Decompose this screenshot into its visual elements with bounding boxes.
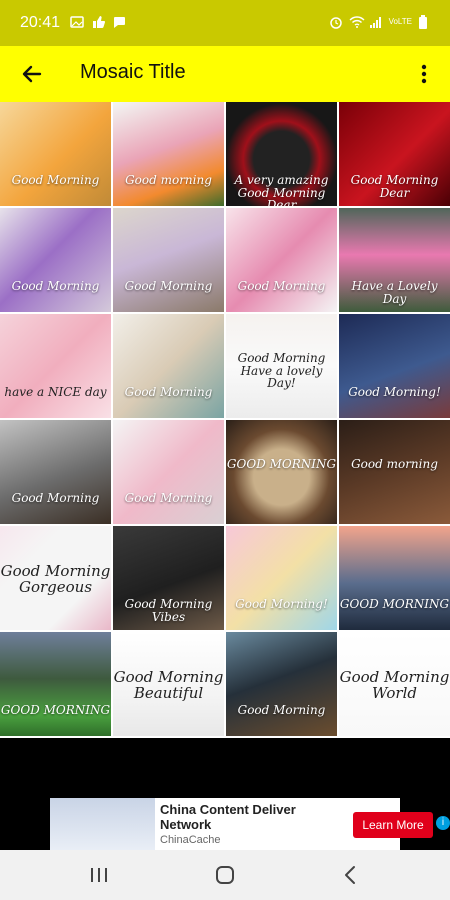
tile-caption: Good Morning: [124, 491, 213, 505]
mosaic-tile[interactable]: Good morning: [113, 102, 224, 206]
arrow-left-icon[interactable]: [18, 60, 46, 88]
ad-banner[interactable]: China Content Deliver Network ChinaCache…: [50, 798, 450, 850]
tile-caption: Good Morning!: [235, 597, 328, 611]
battery-icon: [418, 15, 432, 29]
signal-icon: [369, 15, 383, 29]
home-icon[interactable]: [215, 865, 235, 885]
learn-more-button[interactable]: Learn More: [353, 812, 433, 838]
volte-icon: VoLTE: [388, 17, 412, 26]
mosaic-tile[interactable]: Good Morning!: [226, 526, 337, 630]
tile-caption: Good Morning: [11, 491, 100, 505]
tile-caption: Good Morning World: [339, 668, 450, 702]
tile-caption: GOOD MORNING: [0, 703, 111, 717]
mosaic-tile[interactable]: Good Morning World: [339, 632, 450, 736]
app-bar: Mosaic Title: [0, 46, 450, 102]
mosaic-tile[interactable]: Good Morning: [113, 314, 224, 418]
mosaic-tile[interactable]: Good Morning: [226, 208, 337, 312]
mosaic-tile[interactable]: Good Morning Beautiful: [113, 632, 224, 736]
tile-caption: Good Morning: [11, 279, 100, 293]
tile-caption: Good Morning Beautiful: [113, 668, 224, 702]
tile-caption: Good Morning Gorgeous: [0, 562, 111, 596]
more-vertical-icon[interactable]: [412, 60, 436, 88]
chat-icon: [112, 15, 126, 29]
tile-caption: Good Morning: [124, 385, 213, 399]
mosaic-tile[interactable]: Good Morning Have a lovely Day!: [226, 314, 337, 418]
tile-caption: GOOD MORNING: [226, 457, 337, 471]
tile-caption: Good Morning: [11, 173, 100, 187]
mosaic-tile[interactable]: Good Morning: [0, 208, 111, 312]
system-nav-bar: [0, 850, 450, 900]
mosaic-tile[interactable]: Good Morning Vibes: [113, 526, 224, 630]
tile-caption: Good morning: [125, 173, 212, 187]
tile-caption: have a NICE day: [4, 385, 107, 399]
mosaic-tile[interactable]: GOOD MORNING: [226, 420, 337, 524]
tile-caption: Good Morning!: [348, 385, 441, 399]
mosaic-tile[interactable]: Good Morning Dear: [339, 102, 450, 206]
mosaic-grid: Good Morning Good morning A very amazing G…: [0, 102, 450, 738]
page-title: Mosaic Title: [80, 61, 186, 83]
mosaic-tile[interactable]: Good Morning: [0, 420, 111, 524]
mosaic-tile[interactable]: Good Morning: [113, 420, 224, 524]
mosaic-tile[interactable]: Good morning: [339, 420, 450, 524]
mosaic-tile[interactable]: A very amazing Good Morning Dear: [226, 102, 337, 206]
back-nav-icon[interactable]: [343, 865, 357, 885]
mosaic-tile[interactable]: Good Morning: [0, 102, 111, 206]
mosaic-tile[interactable]: Good Morning!: [339, 314, 450, 418]
mosaic-tile[interactable]: Good Morning: [113, 208, 224, 312]
recent-apps-icon[interactable]: [88, 867, 110, 883]
mosaic-tile[interactable]: Good Morning: [226, 632, 337, 736]
ad-title[interactable]: China Content Deliver Network: [160, 802, 310, 832]
ad-info-icon[interactable]: i: [436, 816, 450, 830]
thumb-icon: [91, 15, 106, 29]
mosaic-tile[interactable]: have a NICE day: [0, 314, 111, 418]
tile-caption: Have a Lovely Day: [351, 279, 438, 306]
ad-thumbnail[interactable]: [50, 798, 155, 850]
tile-caption: GOOD MORNING: [339, 597, 450, 611]
notification-icons: [70, 15, 126, 29]
status-bar: 20:41 VoLTE: [0, 0, 450, 46]
tile-caption: A very amazing Good Morning Dear: [234, 173, 329, 206]
mosaic-tile[interactable]: Have a Lovely Day: [339, 208, 450, 312]
mosaic-tile[interactable]: GOOD MORNING: [0, 632, 111, 736]
ad-subtitle: ChinaCache: [160, 834, 221, 846]
tile-caption: Good Morning: [124, 279, 213, 293]
tile-caption: Good Morning Dear: [350, 173, 439, 200]
mosaic-tile[interactable]: GOOD MORNING: [339, 526, 450, 630]
tile-caption: Good Morning Vibes: [124, 597, 213, 624]
image-icon: [70, 15, 84, 29]
clock: 20:41: [20, 14, 61, 31]
alarm-icon: [329, 15, 343, 29]
mosaic-tile[interactable]: Good Morning Gorgeous: [0, 526, 111, 630]
tile-caption: Good Morning: [237, 279, 326, 293]
tile-caption: Good morning: [351, 457, 438, 471]
wifi-icon: [349, 15, 365, 29]
system-icons: VoLTE: [329, 15, 432, 29]
tile-caption: Good Morning: [237, 703, 326, 717]
tile-caption: Good Morning Have a lovely Day!: [237, 351, 326, 391]
